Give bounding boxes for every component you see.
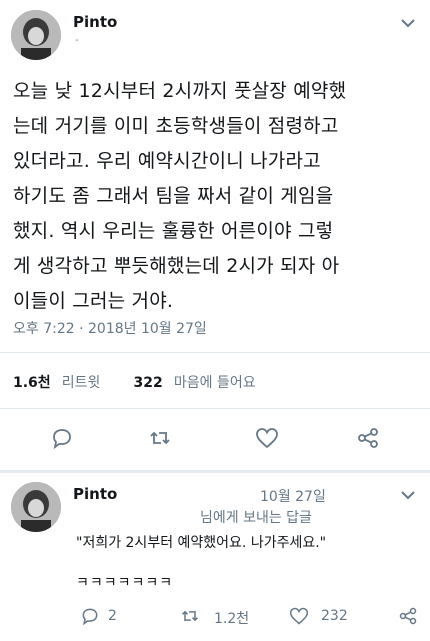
author-name[interactable]: Pinto [73, 13, 117, 31]
reply-date[interactable]: 10월 27일 [260, 486, 326, 506]
like-count[interactable]: 322 [134, 375, 163, 391]
reply-laugh: ㅋㅋㅋㅋㅋㅋㅋ [76, 575, 174, 591]
tweet-line: 하기도 좀 그래서 팀을 짜서 같이 게임을 [13, 185, 334, 207]
reply-retweet-count: 1.2천 [214, 611, 250, 627]
tweet-line: 는데 거기를 이미 초등학생들이 점령하고 [13, 115, 339, 137]
tweet-line: 있더라고. 우리 예약시간이니 나가라고 [13, 150, 321, 172]
avatar[interactable] [11, 10, 61, 60]
chevron-down-icon[interactable] [398, 16, 418, 30]
tweet-line: 오늘 낮 12시부터 2시까지 풋살장 예약했 [13, 80, 347, 102]
reply-chevron-down-icon[interactable] [398, 488, 418, 502]
heart-icon[interactable] [254, 426, 280, 450]
reply-retweet-icon[interactable] [180, 606, 200, 626]
reply-like-count: 232 [321, 608, 348, 624]
author-handle: - [75, 33, 79, 46]
tweet-stats: 1.6천 리트윗 322 마음에 들어요 [13, 372, 256, 392]
reply-reply-count: 2 [108, 608, 117, 624]
replying-to: 님에게 보내는 답글 [200, 510, 312, 526]
divider [0, 352, 430, 353]
retweet-icon[interactable] [148, 426, 172, 450]
reply-avatar[interactable] [11, 482, 61, 532]
reply-heart-icon[interactable] [288, 606, 310, 626]
tweet-line: 게 생각하고 뿌듯해했는데 2시가 되자 아 [13, 255, 340, 277]
divider [0, 408, 430, 409]
retweet-label[interactable]: 리트윗 [62, 375, 101, 391]
share-icon[interactable] [356, 426, 380, 450]
reply-reply-icon[interactable] [80, 606, 100, 626]
tweet-line: 이들이 그러는 거야. [13, 290, 174, 312]
reply-icon[interactable] [50, 426, 74, 450]
reply-quote: "저희가 2시부터 예약했어요. 나가주세요." [76, 535, 327, 551]
like-label[interactable]: 마음에 들어요 [174, 375, 256, 391]
tweet-text: 오늘 낮 12시부터 2시까지 풋살장 예약했 는데 거기를 이미 초등학생들이… [13, 74, 423, 319]
tweet-timestamp[interactable]: 오후 7:22 · 2018년 10월 27일 [13, 318, 207, 338]
retweet-count[interactable]: 1.6천 [13, 375, 51, 391]
tweet-line: 했지. 역시 우리는 훌륭한 어른이야 그렇 [13, 220, 334, 242]
divider [0, 470, 430, 473]
reply-author-name[interactable]: Pinto [73, 485, 117, 503]
reply-share-icon[interactable] [398, 606, 418, 626]
